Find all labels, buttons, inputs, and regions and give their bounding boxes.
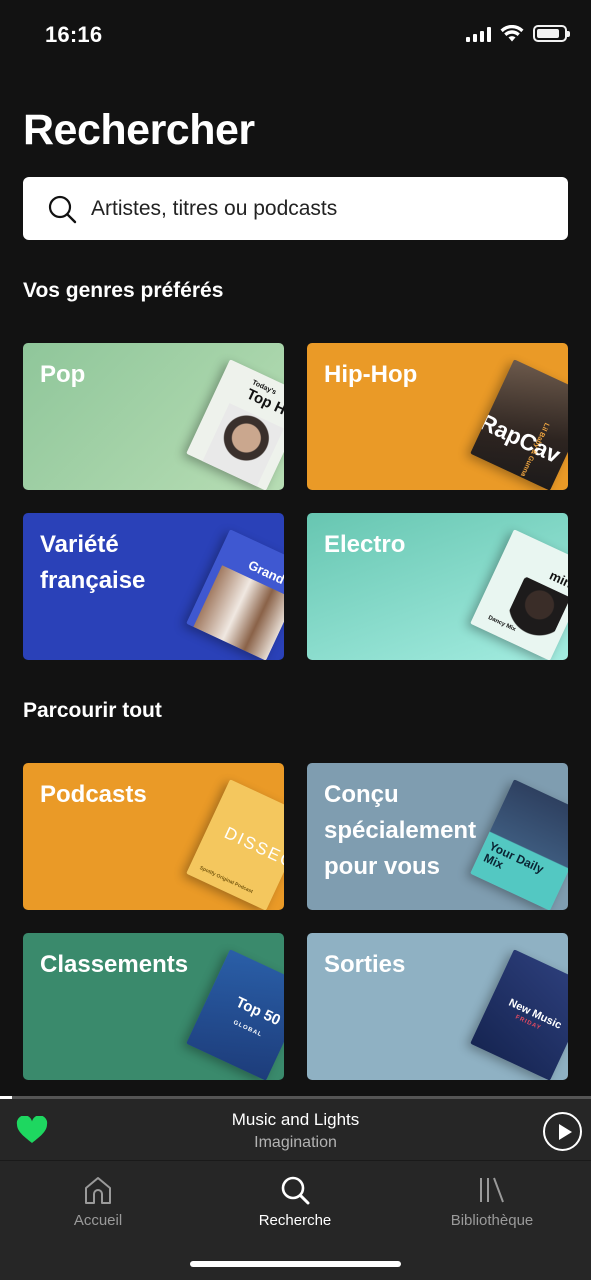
tab-home[interactable]: Accueil — [23, 1175, 173, 1229]
tab-library[interactable]: Bibliothèque — [417, 1175, 567, 1229]
tab-label: Recherche — [258, 1212, 332, 1229]
track-title: Music and Lights — [231, 1110, 360, 1129]
category-tile-label: Sorties — [324, 951, 406, 978]
tab-label: Bibliothèque — [450, 1212, 534, 1229]
browse-section-title: Parcourir tout — [23, 699, 162, 722]
category-tile-new-releases[interactable]: Sorties New Music FRIDAY — [307, 933, 568, 1080]
genre-tile-label: Pop — [40, 361, 86, 388]
search-input[interactable] — [91, 196, 531, 221]
status-time: 16:16 — [45, 22, 103, 47]
battery-icon — [533, 25, 570, 42]
genre-tile-label: Variété française — [40, 531, 146, 594]
playlist-cover-title: DISSEC — [221, 823, 284, 873]
library-icon — [480, 1177, 504, 1203]
cellular-signal-icon — [466, 26, 491, 42]
home-indicator — [190, 1261, 401, 1267]
category-tile-podcasts[interactable]: Podcasts DISSEC Spotify Original Podcast — [23, 763, 284, 910]
genre-tile-label: Electro — [324, 531, 406, 558]
mini-player[interactable]: Music and Lights Imagination — [0, 1096, 591, 1160]
search-icon — [281, 1176, 310, 1205]
search-icon — [48, 195, 77, 223]
playback-progress-bar[interactable] — [0, 1096, 591, 1099]
genre-tile-label: Hip-Hop — [324, 361, 418, 388]
favorites-section-title: Vos genres préférés — [23, 279, 224, 302]
category-tile-label: Classements — [40, 951, 189, 978]
page-title: Rechercher — [23, 106, 255, 154]
category-tile-label: Podcasts — [40, 781, 147, 808]
search-bar[interactable] — [23, 177, 568, 240]
genre-tile-variete-francaise[interactable]: Variété française Grand — [23, 513, 284, 660]
tab-label: Accueil — [73, 1212, 123, 1229]
playlist-cover-caption: Spotify Original Podcast — [198, 865, 254, 896]
home-icon — [85, 1177, 111, 1204]
playlist-cover-title: RapCav — [475, 408, 565, 469]
tab-search[interactable]: Recherche — [220, 1175, 370, 1229]
track-artist: Imagination — [254, 1134, 337, 1151]
genre-tile-electro[interactable]: Electro min Dancy Mix — [307, 513, 568, 660]
category-tile-made-for-you[interactable]: Conçu spécialement pour vous Your Daily … — [307, 763, 568, 910]
category-tile-charts[interactable]: Classements Top 50 GLOBAL — [23, 933, 284, 1080]
category-tile-label: Conçu spécialement pour vous — [324, 781, 477, 880]
genre-tile-pop[interactable]: Pop Today's Top H — [23, 343, 284, 490]
play-icon — [559, 1124, 572, 1140]
playback-progress-fill — [0, 1096, 12, 1099]
playlist-cover-caption: GLOBAL — [232, 1019, 264, 1039]
status-bar: 16:16 — [0, 0, 591, 70]
wifi-icon — [500, 25, 524, 42]
genre-tile-hip-hop[interactable]: Hip-Hop RapCav Lil Baby & Gunna — [307, 343, 568, 490]
status-icons — [466, 25, 570, 42]
play-button[interactable] — [543, 1112, 582, 1151]
